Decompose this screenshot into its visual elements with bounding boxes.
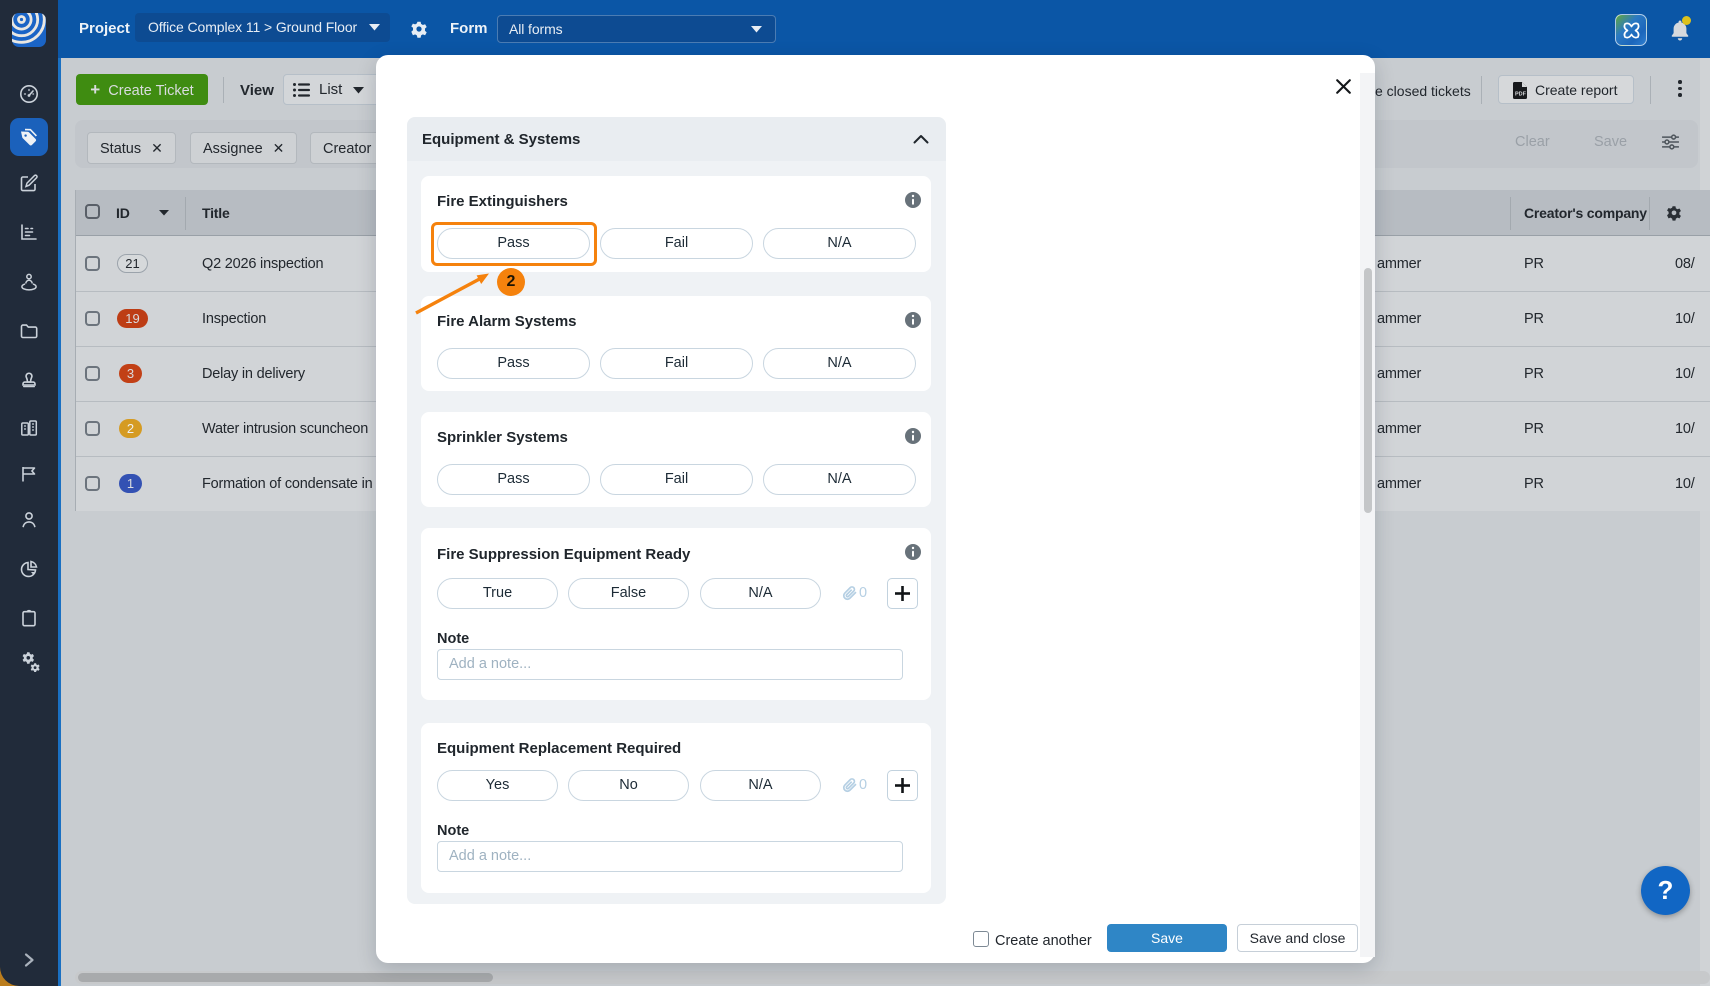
svg-text:PDF: PDF [1515, 92, 1527, 98]
